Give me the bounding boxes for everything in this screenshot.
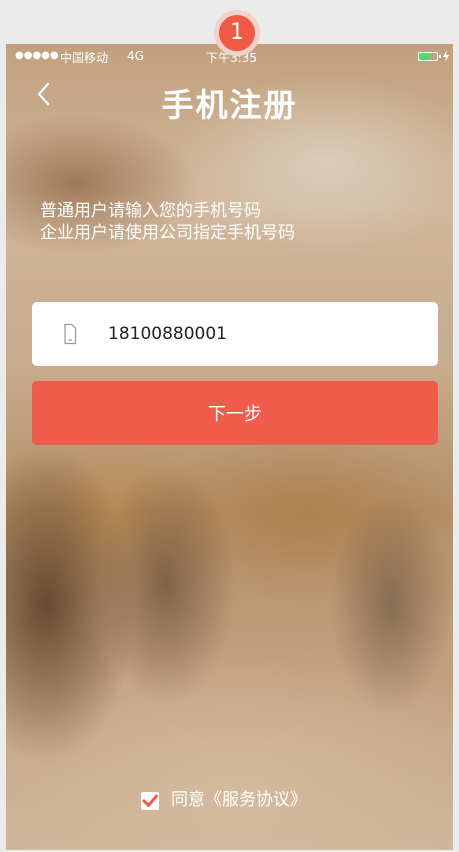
step-badge: 1 bbox=[214, 10, 260, 56]
battery-icon bbox=[418, 52, 441, 61]
intro-line-personal: 普通用户请输入您的手机号码 bbox=[40, 201, 261, 221]
next-step-button[interactable]: 下一步 bbox=[32, 381, 438, 445]
intro-line-enterprise: 企业用户请使用公司指定手机号码 bbox=[40, 223, 295, 243]
intro-text: 普通用户请输入您的手机号码 企业用户请使用公司指定手机号码 bbox=[40, 200, 295, 244]
page-title: 手机注册 bbox=[161, 86, 298, 124]
charging-bolt-icon bbox=[443, 50, 449, 62]
phone-number-field[interactable] bbox=[32, 302, 438, 366]
carrier-name: 中国移动 bbox=[60, 51, 109, 65]
battery-level bbox=[420, 54, 431, 59]
agree-checkbox[interactable] bbox=[141, 792, 159, 810]
signal-strength: ●●●●● bbox=[15, 50, 59, 61]
service-agreement-link[interactable]: 同意《服务协议》 bbox=[171, 788, 307, 812]
network-type: 4G bbox=[127, 49, 144, 63]
background-overlay bbox=[6, 44, 453, 850]
phone-icon bbox=[64, 323, 77, 345]
page: 1 ●●●●● 中国移动 4G 下午3:35 手机注册 普通用户请输入您的手机号… bbox=[0, 0, 459, 852]
checkmark-icon bbox=[142, 794, 158, 807]
phone-screen: ●●●●● 中国移动 4G 下午3:35 手机注册 普通用户请输入您的手机号码 … bbox=[6, 44, 453, 850]
phone-number-input[interactable] bbox=[108, 318, 408, 350]
